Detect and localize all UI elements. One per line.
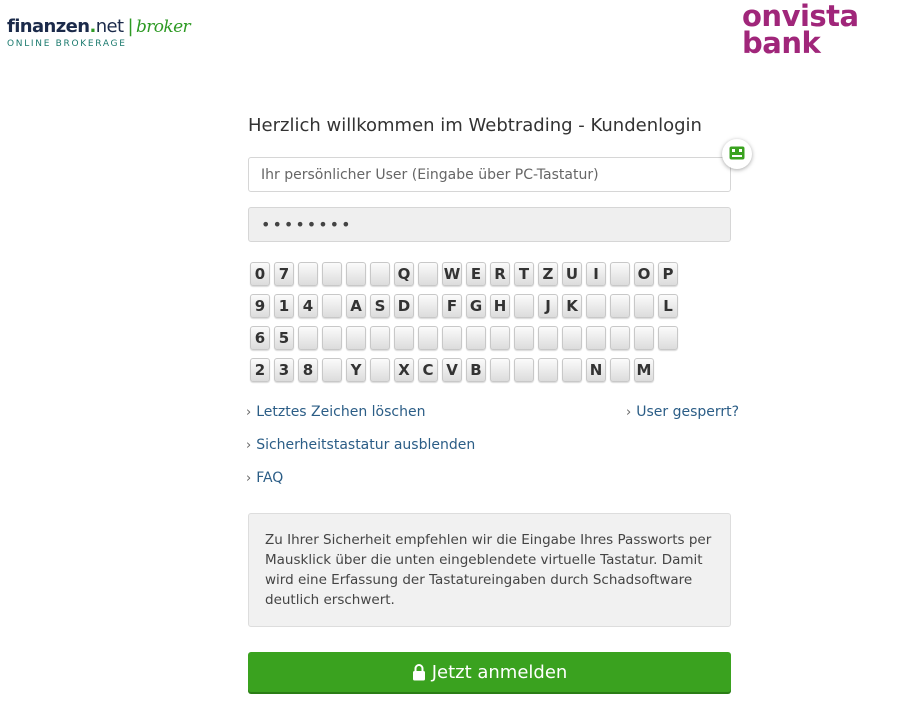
keyboard-row: 914 ASD FGH JK L (250, 294, 682, 318)
key-blank[interactable] (610, 358, 630, 382)
key-3[interactable]: 3 (274, 358, 294, 382)
key-q[interactable]: Q (394, 262, 414, 286)
key-w[interactable]: W (442, 262, 462, 286)
keyboard-row: 07 Q WERTZUI OP (250, 262, 682, 286)
key-t[interactable]: T (514, 262, 534, 286)
faq-link[interactable]: › FAQ (246, 470, 283, 486)
page-title: Herzlich willkommen im Webtrading - Kund… (248, 115, 702, 136)
key-blank[interactable] (442, 326, 462, 350)
key-e[interactable]: E (466, 262, 486, 286)
logo-brand-text: finanzen.net | broker (7, 16, 191, 37)
key-y[interactable]: Y (346, 358, 366, 382)
key-blank[interactable] (490, 326, 510, 350)
onvista-bank-logo[interactable]: onvista bank (742, 2, 859, 60)
key-blank[interactable] (322, 326, 342, 350)
key-blank[interactable] (322, 358, 342, 382)
key-9[interactable]: 9 (250, 294, 270, 318)
key-blank[interactable] (610, 294, 630, 318)
chevron-right-icon: › (246, 471, 252, 486)
key-i[interactable]: I (586, 262, 606, 286)
key-blank[interactable] (418, 262, 438, 286)
virtual-keyboard: 07QWERTZUIOP914ASDFGHJKL65238YXCVBNM (250, 262, 682, 390)
key-blank[interactable] (370, 358, 390, 382)
security-info-box: Zu Ihrer Sicherheit empfehlen wir die Ei… (248, 513, 731, 627)
key-0[interactable]: 0 (250, 262, 270, 286)
key-4[interactable]: 4 (298, 294, 318, 318)
key-blank[interactable] (346, 326, 366, 350)
keyboard-icon (729, 145, 745, 164)
key-g[interactable]: G (466, 294, 486, 318)
key-blank[interactable] (586, 294, 606, 318)
key-blank[interactable] (346, 262, 366, 286)
key-j[interactable]: J (538, 294, 558, 318)
key-blank[interactable] (370, 326, 390, 350)
user-input[interactable] (248, 157, 731, 192)
key-blank[interactable] (514, 326, 534, 350)
key-blank[interactable] (322, 294, 342, 318)
password-input[interactable] (248, 207, 731, 242)
key-blank[interactable] (514, 358, 534, 382)
key-a[interactable]: A (346, 294, 366, 318)
finanzen-net-broker-logo[interactable]: finanzen.net | broker ONLINE BROKERAGE (7, 16, 191, 49)
chevron-right-icon: › (246, 405, 252, 420)
chevron-right-icon: › (626, 405, 632, 420)
key-blank[interactable] (562, 326, 582, 350)
key-blank[interactable] (418, 326, 438, 350)
key-u[interactable]: U (562, 262, 582, 286)
user-locked-link[interactable]: › User gesperrt? (626, 404, 739, 420)
key-blank[interactable] (586, 326, 606, 350)
key-k[interactable]: K (562, 294, 582, 318)
key-8[interactable]: 8 (298, 358, 318, 382)
key-blank[interactable] (322, 262, 342, 286)
key-b[interactable]: B (466, 358, 486, 382)
key-blank[interactable] (514, 294, 534, 318)
key-blank[interactable] (370, 262, 390, 286)
delete-last-char-link[interactable]: › Letztes Zeichen löschen (246, 404, 425, 420)
key-s[interactable]: S (370, 294, 390, 318)
key-blank[interactable] (634, 294, 654, 318)
key-blank[interactable] (634, 326, 654, 350)
keyboard-toggle-button[interactable] (722, 139, 752, 169)
key-r[interactable]: R (490, 262, 510, 286)
key-d[interactable]: D (394, 294, 414, 318)
key-2[interactable]: 2 (250, 358, 270, 382)
key-c[interactable]: C (418, 358, 438, 382)
key-blank[interactable] (538, 358, 558, 382)
chevron-right-icon: › (246, 438, 252, 453)
key-x[interactable]: X (394, 358, 414, 382)
key-o[interactable]: O (634, 262, 654, 286)
lock-icon (412, 663, 426, 681)
key-6[interactable]: 6 (250, 326, 270, 350)
key-m[interactable]: M (634, 358, 654, 382)
key-z[interactable]: Z (538, 262, 558, 286)
key-blank[interactable] (538, 326, 558, 350)
key-blank[interactable] (610, 326, 630, 350)
key-blank[interactable] (394, 326, 414, 350)
key-blank[interactable] (490, 358, 510, 382)
logo-line-2: bank (742, 26, 821, 60)
key-p[interactable]: P (658, 262, 678, 286)
key-blank[interactable] (610, 262, 630, 286)
key-7[interactable]: 7 (274, 262, 294, 286)
key-n[interactable]: N (586, 358, 606, 382)
key-blank[interactable] (298, 262, 318, 286)
logo-subtitle: ONLINE BROKERAGE (7, 39, 127, 49)
key-l[interactable]: L (658, 294, 678, 318)
keyboard-row: 238 Y XCVB N M (250, 358, 682, 382)
key-blank[interactable] (658, 326, 678, 350)
keyboard-row: 65 (250, 326, 682, 350)
login-button[interactable]: Jetzt anmelden (248, 652, 731, 692)
key-5[interactable]: 5 (274, 326, 294, 350)
login-button-label: Jetzt anmelden (431, 661, 568, 683)
hide-keyboard-link[interactable]: › Sicherheitstastatur ausblenden (246, 437, 475, 453)
key-1[interactable]: 1 (274, 294, 294, 318)
key-h[interactable]: H (490, 294, 510, 318)
key-blank[interactable] (298, 326, 318, 350)
key-blank[interactable] (466, 326, 486, 350)
key-v[interactable]: V (442, 358, 462, 382)
key-blank[interactable] (562, 358, 582, 382)
key-blank[interactable] (418, 294, 438, 318)
key-f[interactable]: F (442, 294, 462, 318)
